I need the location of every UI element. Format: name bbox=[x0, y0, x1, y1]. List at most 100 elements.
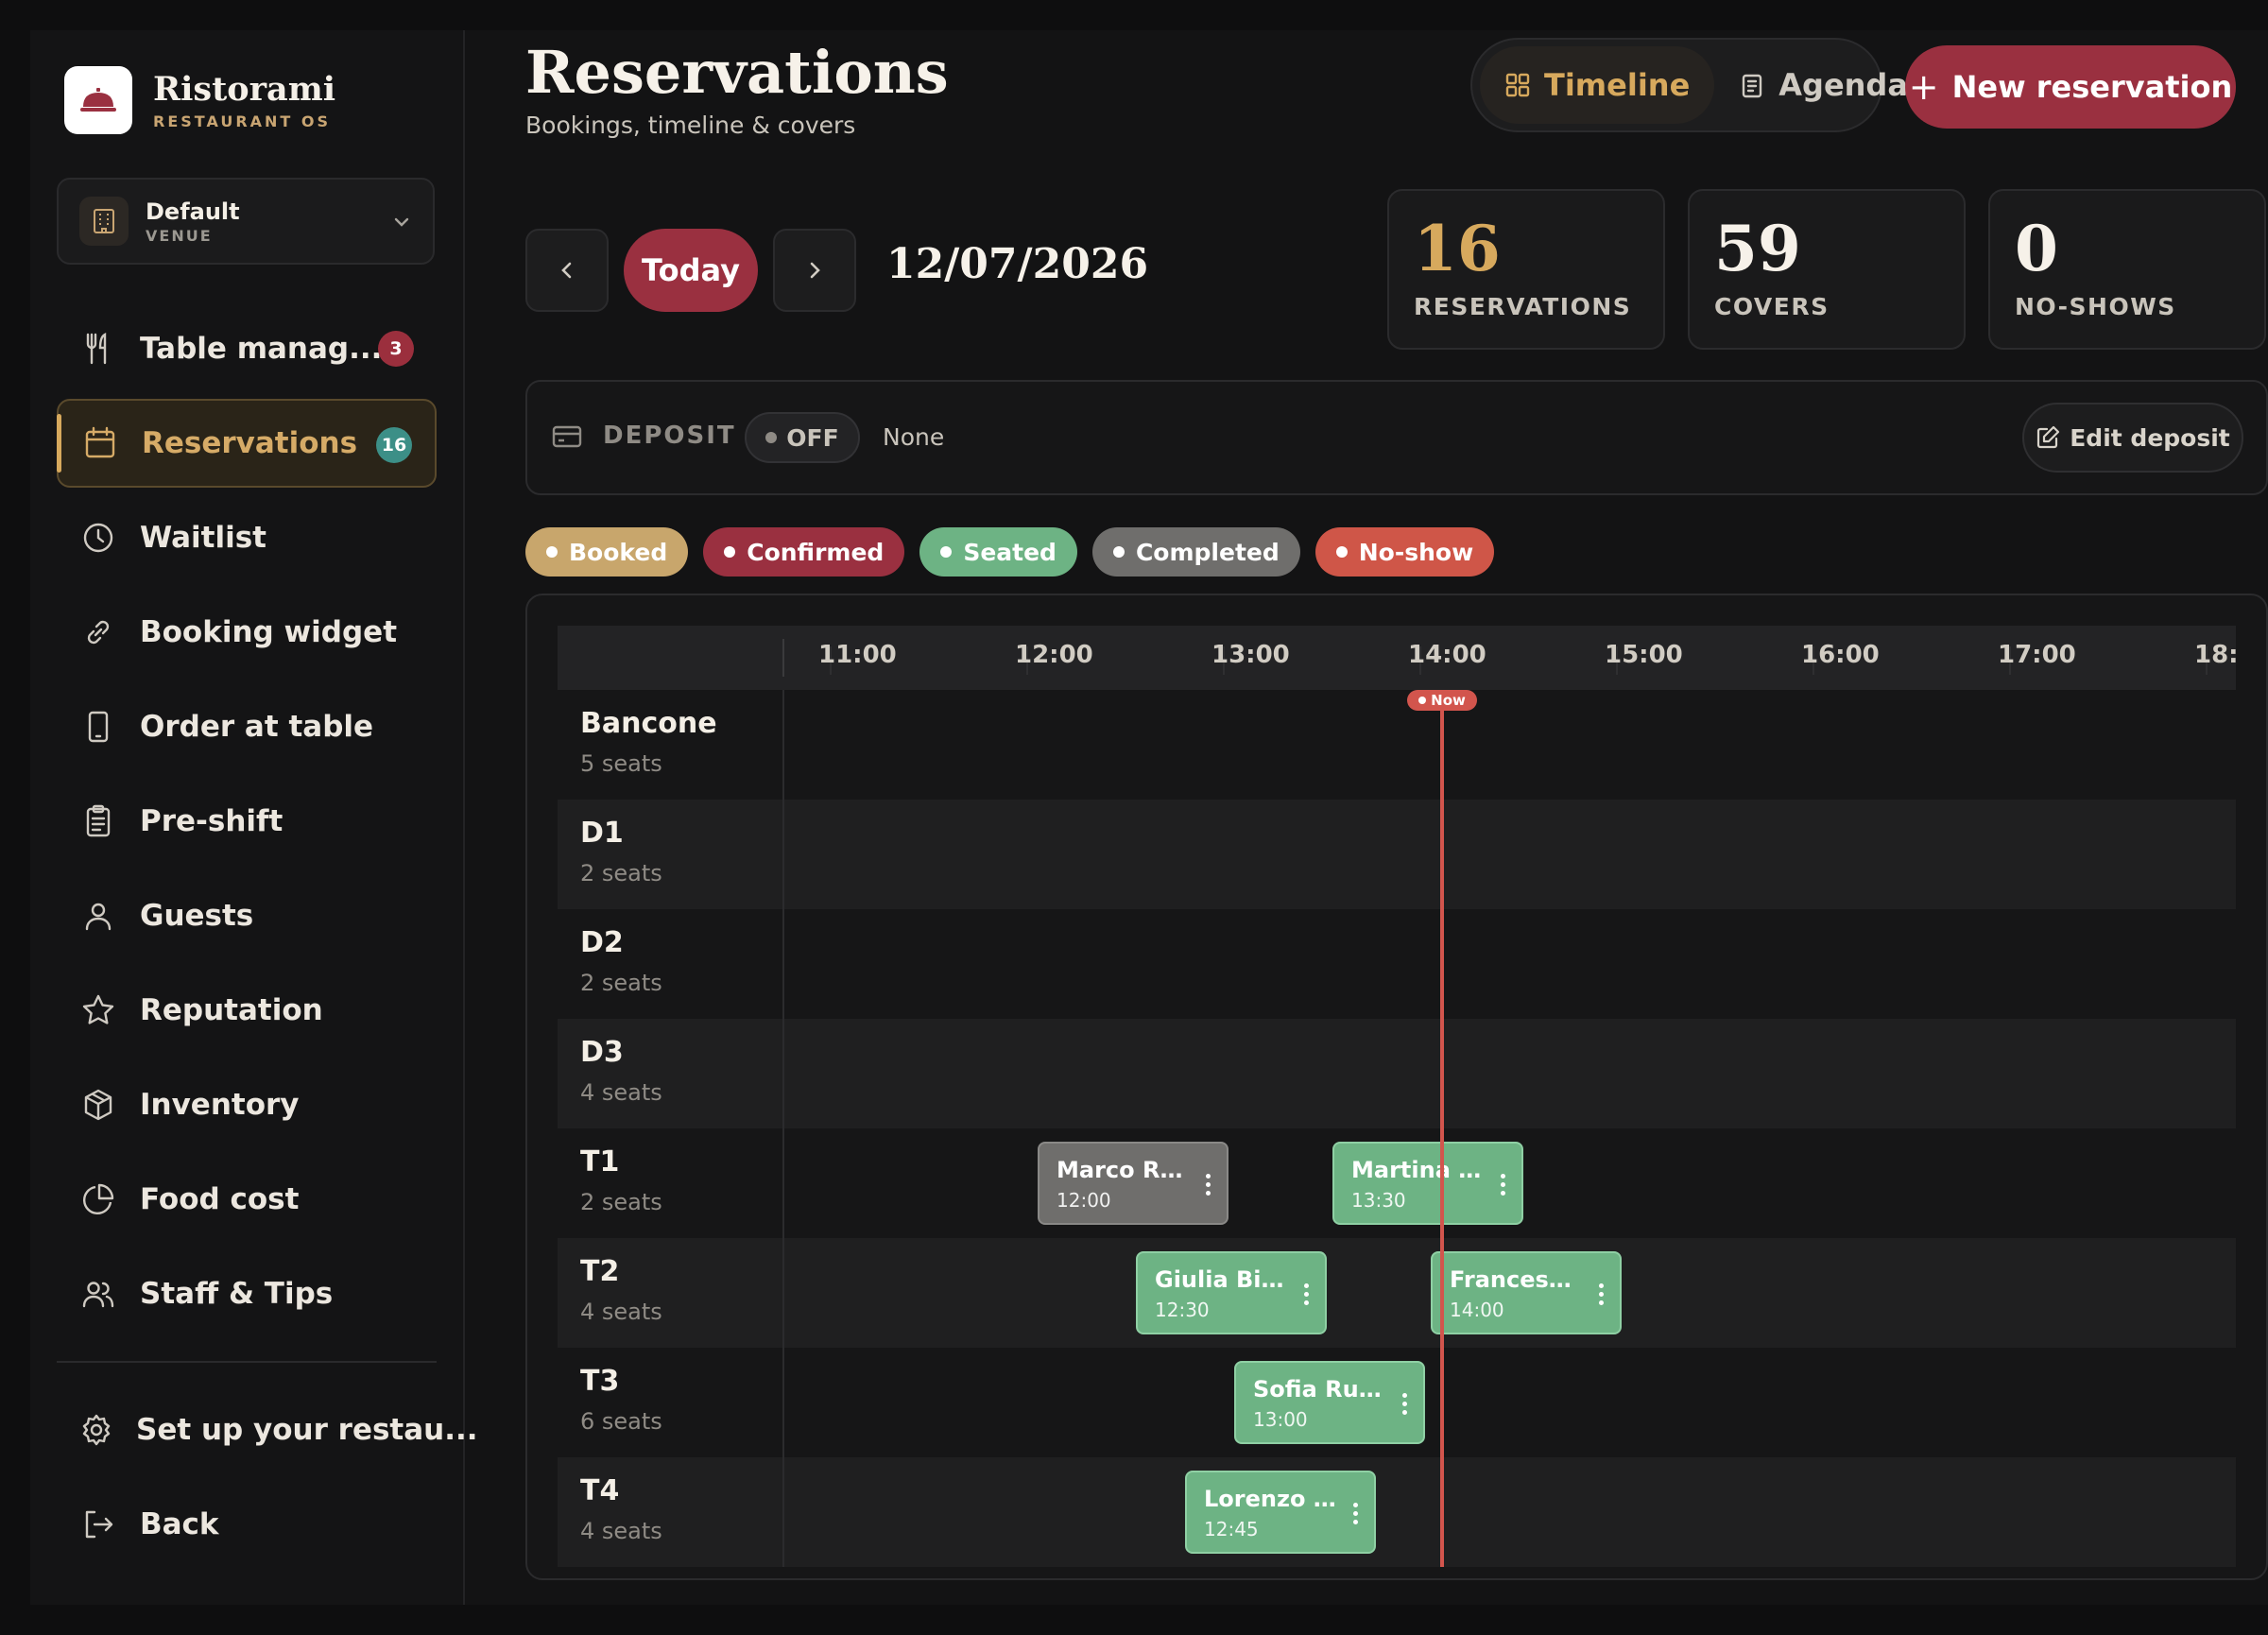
table-seats: 5 seats bbox=[580, 750, 662, 777]
table-row[interactable]: T2 4 seats bbox=[558, 1238, 2236, 1348]
previous-day-button[interactable] bbox=[525, 229, 609, 312]
more-vertical-icon[interactable] bbox=[1493, 1172, 1512, 1197]
legend-dot bbox=[940, 546, 953, 558]
deposit-value: None bbox=[883, 423, 945, 451]
sidebar-item-food-cost[interactable]: Food cost bbox=[57, 1155, 437, 1244]
table-row[interactable]: Bancone 5 seats bbox=[558, 690, 2236, 800]
logout-icon bbox=[79, 1506, 117, 1543]
user-icon bbox=[79, 897, 117, 935]
deposit-toggle[interactable]: OFF bbox=[745, 412, 860, 463]
gear-icon bbox=[79, 1411, 113, 1449]
venue-name: Default bbox=[146, 198, 240, 225]
hour-label: 15:00 bbox=[1605, 641, 1683, 669]
lane-divider bbox=[782, 690, 784, 1567]
more-vertical-icon[interactable] bbox=[1395, 1391, 1414, 1417]
calendar-icon bbox=[81, 424, 119, 462]
now-indicator-pill: Now bbox=[1407, 690, 1477, 711]
legend-chip-no-show[interactable]: No-show bbox=[1314, 527, 1495, 577]
sidebar-item-label: Reservations bbox=[142, 426, 358, 460]
reservation-block[interactable]: Martina Colomb...13:30 bbox=[1332, 1142, 1523, 1225]
page-subtitle: Bookings, timeline & covers bbox=[525, 112, 856, 139]
table-row[interactable]: D3 4 seats bbox=[558, 1019, 2236, 1128]
sidebar-item-pre-shift[interactable]: Pre-shift bbox=[57, 777, 437, 866]
sidebar-item-staff-tips[interactable]: Staff & Tips bbox=[57, 1249, 437, 1338]
table-seats: 2 seats bbox=[580, 860, 662, 886]
star-icon bbox=[79, 991, 117, 1029]
legend-label: No-show bbox=[1358, 538, 1474, 566]
reservation-block[interactable]: Marco Rossi · 212:00 bbox=[1038, 1142, 1228, 1225]
today-button[interactable]: Today bbox=[624, 229, 758, 312]
sidebar-item-label: Table manag... bbox=[140, 332, 383, 366]
table-seats: 2 seats bbox=[580, 1189, 662, 1215]
table-name: D3 bbox=[580, 1036, 624, 1069]
more-vertical-icon[interactable] bbox=[1346, 1501, 1365, 1526]
venue-label: VENUE bbox=[146, 226, 213, 245]
sidebar-item-booking-widget[interactable]: Booking widget bbox=[57, 588, 437, 677]
legend-chip-confirmed[interactable]: Confirmed bbox=[703, 527, 905, 577]
view-toggle: Timeline Agenda bbox=[1470, 38, 1908, 132]
more-vertical-icon[interactable] bbox=[1198, 1172, 1217, 1197]
table-row[interactable]: T4 4 seats bbox=[558, 1457, 2236, 1567]
edit-icon bbox=[2036, 425, 2060, 450]
table-name: T4 bbox=[580, 1474, 620, 1507]
table-seats: 2 seats bbox=[580, 970, 662, 996]
now-label: Now bbox=[1431, 692, 1466, 709]
timeline-view-button[interactable]: Timeline bbox=[1480, 46, 1715, 124]
legend-label: Completed bbox=[1135, 538, 1280, 566]
agenda-view-button[interactable]: Agenda bbox=[1714, 46, 1933, 124]
table-name: D2 bbox=[580, 926, 624, 959]
brand[interactable]: Ristorami RESTAURANT OS bbox=[64, 66, 335, 134]
legend-chip-completed[interactable]: Completed bbox=[1091, 527, 1300, 577]
reservation-block[interactable]: Francesco Ricci · 414:00 bbox=[1431, 1251, 1622, 1334]
table-seats: 4 seats bbox=[580, 1299, 662, 1325]
sidebar-item-label: Reputation bbox=[140, 993, 323, 1027]
legend-label: Seated bbox=[963, 538, 1057, 566]
hour-label: 17:00 bbox=[1998, 641, 2076, 669]
hour-label: 12:00 bbox=[1015, 641, 1093, 669]
stat-label: RESERVATIONS bbox=[1414, 293, 1632, 320]
more-vertical-icon[interactable] bbox=[1297, 1282, 1315, 1307]
legend-chip-booked[interactable]: Booked bbox=[525, 527, 689, 577]
sidebar-item-label: Booking widget bbox=[140, 615, 398, 649]
hour-label: 13:00 bbox=[1211, 641, 1290, 669]
toggle-dot bbox=[765, 432, 778, 443]
app-window: Ristorami RESTAURANT OS Default VENUE Ta… bbox=[30, 30, 2268, 1605]
grid-icon bbox=[1504, 72, 1531, 98]
next-day-button[interactable] bbox=[773, 229, 856, 312]
sidebar-item-waitlist[interactable]: Waitlist bbox=[57, 493, 437, 582]
sidebar-item-guests[interactable]: Guests bbox=[57, 871, 437, 960]
sidebar-bottom-nav: Set up your restau... Back bbox=[57, 1385, 478, 1575]
more-vertical-icon[interactable] bbox=[1591, 1282, 1610, 1307]
current-date: 12/07/2026 bbox=[886, 240, 1149, 288]
stat-value: 59 bbox=[1714, 212, 1801, 285]
pie-chart-icon bbox=[79, 1180, 117, 1218]
sidebar-item-reputation[interactable]: Reputation bbox=[57, 966, 437, 1055]
timeline-header: 11:00 12:00 13:00 14:00 15:00 16:00 17:00 18:00 bbox=[558, 626, 2236, 690]
timeline-panel: 11:00 12:00 13:00 14:00 15:00 16:00 17:00 18:00… bbox=[525, 594, 2268, 1580]
new-reservation-button[interactable]: + New reservation bbox=[1905, 45, 2236, 129]
clipboard-list-icon bbox=[1739, 72, 1765, 98]
plus-icon: + bbox=[1908, 66, 1939, 108]
users-icon bbox=[79, 1275, 117, 1313]
reservation-block[interactable]: Sofia Russo · 6 13:00 bbox=[1234, 1361, 1425, 1444]
venue-selector[interactable]: Default VENUE bbox=[57, 178, 435, 265]
brand-name: Ristorami bbox=[153, 69, 336, 109]
reservation-block[interactable]: Giulia Bianchi · 412:30 bbox=[1136, 1251, 1327, 1334]
reservation-block[interactable]: Lorenzo Ferrari · 212:45 bbox=[1185, 1471, 1376, 1554]
stat-value: 0 bbox=[2015, 212, 2058, 285]
edit-deposit-button[interactable]: Edit deposit bbox=[2022, 403, 2243, 473]
sidebar-item-table-management[interactable]: Table manag... 3 bbox=[57, 304, 437, 393]
hour-label: 11:00 bbox=[818, 641, 897, 669]
sidebar-item-setup[interactable]: Set up your restau... bbox=[57, 1385, 478, 1474]
sidebar-item-order-at-table[interactable]: Order at table bbox=[57, 682, 437, 771]
no-shows-stat-card: 0 NO-SHOWS bbox=[1988, 189, 2266, 350]
credit-card-icon bbox=[552, 423, 582, 454]
legend-chip-seated[interactable]: Seated bbox=[919, 527, 1077, 577]
new-reservation-label: New reservation bbox=[1951, 69, 2233, 105]
sidebar-item-reservations[interactable]: Reservations 16 bbox=[57, 399, 437, 488]
table-row[interactable]: D2 2 seats bbox=[558, 909, 2236, 1019]
table-row[interactable]: D1 2 seats bbox=[558, 800, 2236, 909]
sidebar-item-label: Back bbox=[140, 1507, 219, 1541]
sidebar-item-inventory[interactable]: Inventory bbox=[57, 1060, 437, 1149]
sidebar-item-back[interactable]: Back bbox=[57, 1480, 437, 1569]
